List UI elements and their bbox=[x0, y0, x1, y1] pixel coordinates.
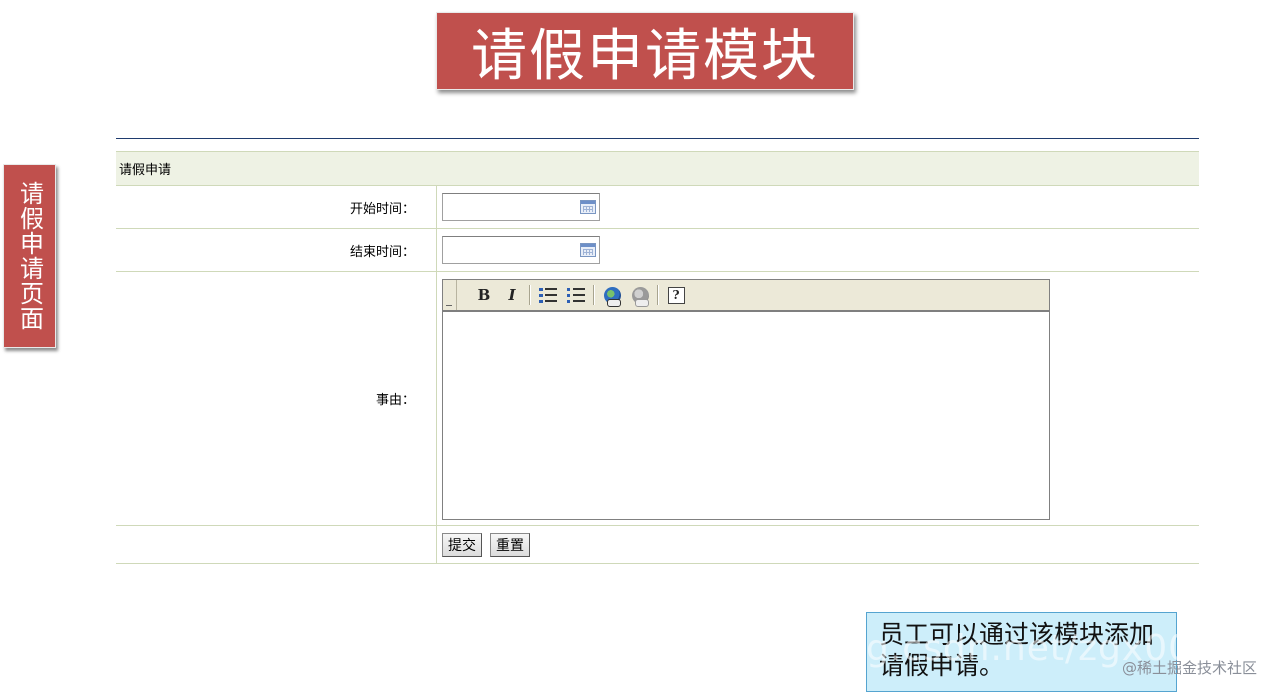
end-time-input[interactable] bbox=[442, 236, 600, 264]
start-time-label: 开始时间： bbox=[116, 186, 437, 228]
end-time-row: 结束时间： bbox=[116, 229, 1199, 272]
reason-label: 事由： bbox=[116, 272, 437, 525]
bold-icon[interactable]: B bbox=[473, 284, 495, 306]
slide-title-banner: 请假申请模块 bbox=[436, 12, 854, 90]
help-icon[interactable]: ? bbox=[665, 284, 687, 306]
slide-title: 请假申请模块 bbox=[471, 23, 819, 89]
side-page-label-text: 请假申请页面 bbox=[15, 181, 44, 331]
form-header-title: 请假申请 bbox=[119, 163, 172, 178]
reason-rich-text-editor[interactable]: B I ? bbox=[442, 279, 1050, 520]
submit-button[interactable]: 提交 bbox=[442, 532, 482, 557]
editor-toolbar: B I ? bbox=[443, 280, 1049, 312]
unlink-icon[interactable] bbox=[629, 284, 651, 307]
editor-content-area[interactable] bbox=[443, 312, 1049, 519]
form-top-divider bbox=[116, 138, 1199, 139]
link-icon[interactable] bbox=[601, 284, 623, 307]
ordered-list-icon[interactable] bbox=[537, 284, 559, 306]
toolbar-separator bbox=[593, 285, 595, 305]
italic-icon[interactable]: I bbox=[501, 284, 523, 306]
toolbar-separator bbox=[657, 285, 659, 305]
leave-request-form: 请假申请 开始时间： 结束时间： 事由： B I ? 提交 重置 bbox=[116, 151, 1199, 564]
form-header: 请假申请 bbox=[116, 152, 1199, 186]
start-time-row: 开始时间： bbox=[116, 186, 1199, 229]
side-page-label: 请假申请页面 bbox=[3, 164, 56, 348]
toolbar-grip-icon[interactable] bbox=[443, 280, 457, 310]
actions-row: 提交 重置 bbox=[116, 526, 1199, 564]
unordered-list-icon[interactable] bbox=[565, 284, 587, 306]
actions-label-cell bbox=[116, 526, 437, 563]
end-time-label: 结束时间： bbox=[116, 229, 437, 271]
toolbar-separator bbox=[529, 285, 531, 305]
start-time-input[interactable] bbox=[442, 193, 600, 221]
watermark-site: @稀土掘金技术社区 bbox=[1121, 659, 1257, 677]
calendar-icon[interactable] bbox=[580, 243, 596, 257]
reset-button[interactable]: 重置 bbox=[490, 532, 530, 557]
reason-row: 事由： B I ? bbox=[116, 272, 1199, 526]
calendar-icon[interactable] bbox=[580, 200, 596, 214]
